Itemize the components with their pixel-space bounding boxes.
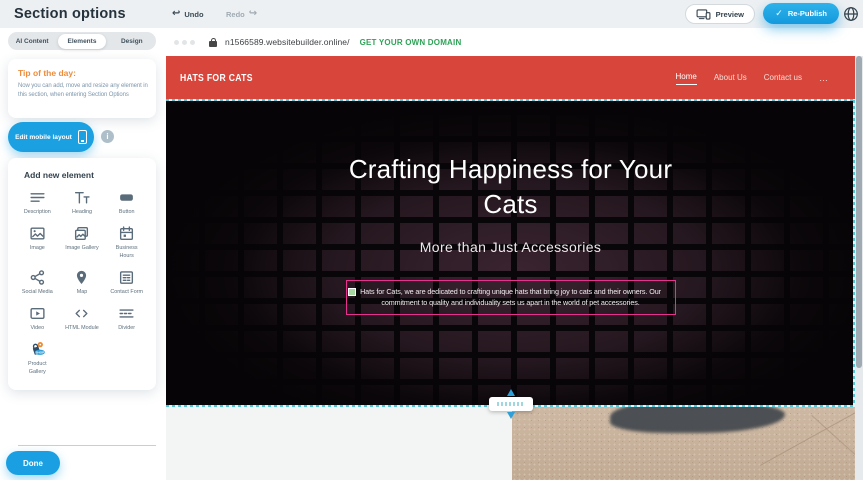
devices-icon [696, 9, 711, 20]
social-media-icon [29, 269, 46, 286]
product-gallery-icon: SHOP [29, 341, 46, 358]
element-item-image-gallery[interactable]: Image Gallery [60, 225, 105, 260]
shop-badge: SHOP [35, 351, 44, 355]
button-icon [118, 189, 135, 206]
description-icon [29, 189, 46, 206]
toolbar: Section options ↩ Undo Redo ↪ Preview ✓ … [0, 0, 863, 28]
redo-button[interactable]: Redo ↪ [226, 0, 257, 28]
nav-more-icon[interactable]: … [819, 73, 829, 83]
undo-button[interactable]: ↩ Undo [172, 0, 204, 28]
add-element-card: Add new element Description Heading [8, 158, 156, 390]
window-dots-icon [174, 40, 195, 45]
tab-ai-content[interactable]: AI Content [8, 32, 56, 50]
hero-content: Crafting Happiness for Your Cats More th… [166, 100, 855, 406]
language-globe-icon[interactable] [843, 6, 859, 22]
site-header: HATS FOR CATS Home About Us Contact us … [166, 56, 855, 100]
tab-design[interactable]: Design [108, 32, 156, 50]
nav-item-about-us[interactable]: About Us [714, 73, 747, 83]
element-item-button[interactable]: Button [104, 189, 149, 216]
nav-item-home[interactable]: Home [676, 72, 697, 85]
site-canvas: n1566589.websitebuilder.online/ GET YOUR… [166, 28, 863, 480]
map-pin-icon [73, 269, 90, 286]
undo-icon: ↩ [172, 9, 180, 19]
app-window: Section options ↩ Undo Redo ↪ Preview ✓ … [0, 0, 863, 480]
divider-icon [118, 305, 135, 322]
site-logo[interactable]: HATS FOR CATS [180, 56, 253, 100]
next-section-empty [166, 407, 512, 480]
panel-divider [18, 445, 156, 446]
element-item-description[interactable]: Description [15, 189, 60, 216]
canvas-scrollbar[interactable] [855, 56, 863, 480]
page-title: Section options [14, 0, 126, 28]
undo-label: Undo [184, 10, 203, 19]
section-options-panel: AI Content Elements Design Tip of the da… [0, 28, 166, 480]
element-item-map[interactable]: Map [60, 269, 105, 296]
element-drag-handle[interactable] [348, 288, 356, 296]
nav-item-contact-us[interactable]: Contact us [764, 73, 802, 83]
get-domain-link[interactable]: GET YOUR OWN DOMAIN [360, 38, 462, 47]
image-icon [29, 225, 46, 242]
element-item-product-gallery[interactable]: SHOP Product Gallery [15, 341, 60, 376]
resize-arrow-up-icon [507, 389, 515, 396]
video-icon [29, 305, 46, 322]
add-element-title: Add new element [24, 170, 149, 180]
business-hours-icon [118, 225, 135, 242]
element-item-social-media[interactable]: Social Media [15, 269, 60, 296]
element-item-contact-form[interactable]: Contact Form [104, 269, 149, 296]
done-button[interactable]: Done [6, 451, 60, 475]
panel-tabs: AI Content Elements Design [8, 32, 156, 50]
lock-icon [209, 38, 217, 47]
element-grid: Description Heading Button [15, 189, 149, 376]
preview-label: Preview [716, 10, 744, 19]
section-guide-top [166, 99, 855, 101]
contact-form-icon [118, 269, 135, 286]
resize-arrow-down-icon [507, 412, 515, 419]
phone-icon [78, 130, 87, 144]
tip-of-the-day-card: Tip of the day: Now you can add, move an… [8, 59, 156, 118]
image-gallery-icon [73, 225, 90, 242]
info-icon[interactable]: i [101, 130, 114, 143]
html-module-icon [73, 305, 90, 322]
tab-elements[interactable]: Elements [58, 34, 106, 49]
site-url[interactable]: n1566589.websitebuilder.online/ [225, 37, 350, 47]
resize-handle-grip [497, 402, 525, 406]
redo-icon: ↪ [249, 9, 257, 19]
site-nav: Home About Us Contact us … [676, 56, 830, 100]
element-item-image[interactable]: Image [15, 225, 60, 260]
check-icon: ✓ [775, 9, 783, 19]
element-item-heading[interactable]: Heading [60, 189, 105, 216]
hero-paragraph-selected[interactable]: Hats for Cats, we are dedicated to craft… [346, 280, 676, 315]
next-section-image [512, 407, 855, 480]
element-item-divider[interactable]: Divider [104, 305, 149, 332]
republish-label: Re-Publish [788, 9, 827, 18]
redo-label: Redo [226, 10, 245, 19]
scrollbar-thumb[interactable] [856, 56, 862, 368]
element-item-video[interactable]: Video [15, 305, 60, 332]
tip-body: Now you can add, move and resize any ele… [18, 82, 148, 101]
element-item-business-hours[interactable]: Business Hours [104, 225, 149, 260]
hero-section[interactable]: Crafting Happiness for Your Cats More th… [166, 100, 855, 406]
republish-button[interactable]: ✓ Re-Publish [763, 3, 839, 24]
hero-heading[interactable]: Crafting Happiness for Your Cats [331, 152, 691, 222]
hero-subheading[interactable]: More than Just Accessories [420, 239, 602, 255]
element-item-html-module[interactable]: HTML Module [60, 305, 105, 332]
section-guide-right [853, 100, 855, 406]
heading-icon [73, 189, 90, 206]
edit-mobile-label: Edit mobile layout [15, 134, 72, 141]
preview-button[interactable]: Preview [685, 4, 755, 24]
tip-title: Tip of the day: [18, 68, 148, 78]
section-resize-handle[interactable] [489, 397, 533, 411]
edit-mobile-layout-button[interactable]: Edit mobile layout [8, 122, 94, 152]
hero-paragraph-text: Hats for Cats, we are dedicated to craft… [360, 287, 661, 307]
browser-bar: n1566589.websitebuilder.online/ GET YOUR… [166, 28, 863, 56]
